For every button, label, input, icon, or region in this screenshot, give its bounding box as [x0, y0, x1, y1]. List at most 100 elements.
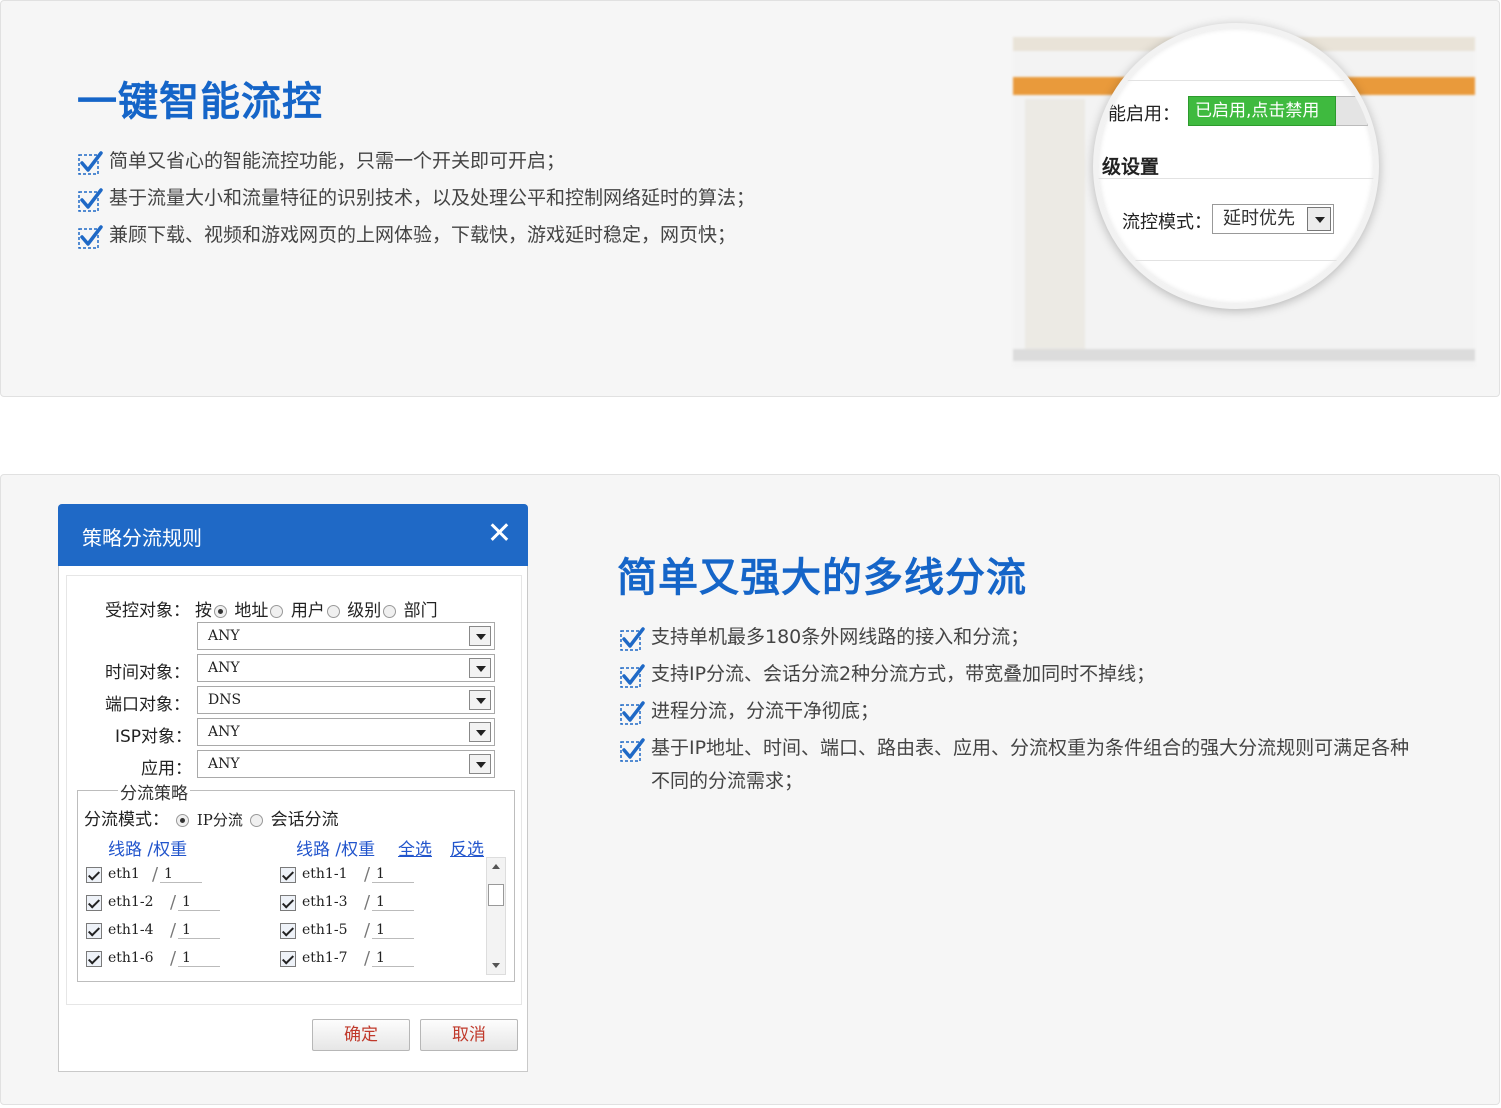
line-name: eth1 [108, 866, 140, 882]
line-weight-input[interactable]: 1 [178, 950, 220, 967]
time-object-select[interactable]: ANY [197, 654, 495, 682]
line-weight-input[interactable]: 1 [372, 922, 414, 939]
feature-text: 兼顾下载、视频和游戏网页的上网体验，下载快，游戏延时稳定，网页快； [109, 224, 737, 246]
chevron-down-icon [469, 658, 491, 678]
scroll-thumb[interactable] [488, 884, 504, 906]
smart-flow-control-panel: 一键智能流控 简单又省心的智能流控功能，只需一个开关即可开启； 基于流量大小和流… [0, 0, 1500, 397]
time-object-label: 时间对象： [105, 663, 190, 683]
radio-level[interactable] [326, 604, 340, 618]
radio-address[interactable] [214, 604, 227, 618]
radio-department[interactable] [383, 604, 397, 618]
line-name: eth1-6 [108, 950, 154, 966]
line-checkbox[interactable] [86, 923, 102, 939]
line-name: eth1-5 [302, 922, 348, 938]
flow-mode-label: 流控模式： [1122, 212, 1212, 233]
cancel-button[interactable]: 取消 [420, 1019, 518, 1051]
magnified-screenshot: 能启用： 已启用,点击禁用 级设置 流控模式： 延时优先 [1013, 23, 1475, 367]
application-select[interactable]: ANY [197, 750, 495, 778]
chevron-down-icon [1307, 207, 1331, 231]
radio-department-label: 部门 [403, 601, 438, 621]
flow-mode-value: 延时优先 [1223, 208, 1295, 229]
close-icon[interactable]: ✕ [487, 518, 512, 550]
policy-split-rule-dialog: 策略分流规则 ✕ 受控对象： 按 地址 用户 级别 部门 ANY 时间对象： A… [58, 504, 528, 1072]
line-name: eth1-7 [302, 950, 348, 966]
radio-user[interactable] [270, 604, 284, 618]
line-checkbox[interactable] [86, 867, 102, 883]
application-label: 应用： [141, 759, 192, 779]
advanced-settings-heading: 级设置 [1102, 156, 1160, 178]
enable-label: 能启用： [1108, 104, 1180, 125]
radio-ip-split[interactable] [176, 813, 190, 827]
chevron-down-icon [469, 690, 491, 710]
line-checkbox[interactable] [86, 951, 102, 967]
feature-text: 简单又省心的智能流控功能，只需一个开关即可开启； [109, 150, 566, 172]
checkmark-icon [620, 664, 645, 688]
radio-session-split[interactable] [250, 813, 264, 827]
line-weight-input[interactable]: 1 [372, 950, 414, 967]
controlled-object-select[interactable]: ANY [197, 622, 495, 650]
select-value: ANY [208, 756, 240, 772]
feature-text: 基于流量大小和流量特征的识别技术，以及处理公平和控制网络延时的算法； [109, 187, 756, 209]
radio-ip-split-label: IP分流 [196, 811, 243, 829]
radio-address-label: 地址 [234, 601, 269, 621]
checkmark-icon [78, 151, 103, 175]
line-name: eth1-1 [302, 866, 348, 882]
checkmark-icon [620, 701, 645, 725]
split-mode-row: 分流模式： IP分流 会话分流 [84, 805, 339, 830]
isp-object-label: ISP对象： [115, 727, 193, 747]
radio-user-label: 用户 [290, 601, 325, 621]
line-name: eth1-3 [302, 894, 348, 910]
feature-item: 支持单机最多180条外网线路的接入和分流； [619, 619, 1419, 656]
split-strategy-group: 分流策略 分流模式： IP分流 会话分流 线路 /权重 线路 /权重 全选 反选… [77, 779, 515, 982]
dialog-title: 策略分流规则 [82, 526, 202, 550]
feature-item: 兼顾下载、视频和游戏网页的上网体验，下载快，游戏延时稳定，网页快； [77, 217, 755, 254]
line-checkbox[interactable] [86, 895, 102, 911]
confirm-button[interactable]: 确定 [312, 1019, 410, 1051]
chevron-down-icon [469, 722, 491, 742]
feature-item: 基于IP地址、时间、端口、路由表、应用、分流权重为条件组合的强大分流规则可满足各… [619, 730, 1419, 798]
line-list-scrollbar[interactable] [486, 857, 506, 975]
line-weight-header-right: 线路 /权重 [296, 840, 376, 860]
feature-item: 基于流量大小和流量特征的识别技术，以及处理公平和控制网络延时的算法； [77, 180, 755, 217]
line-checkbox[interactable] [280, 923, 296, 939]
feature-item: 支持IP分流、会话分流2种分流方式，带宽叠加同时不掉线； [619, 656, 1419, 693]
line-weight-input[interactable]: 1 [372, 866, 414, 883]
controlled-object-radios: 按 地址 用户 级别 部门 [195, 596, 438, 621]
line-name: eth1-4 [108, 922, 154, 938]
checkmark-icon [78, 225, 103, 249]
flow-control-toggle-button[interactable]: 已启用,点击禁用 [1188, 96, 1336, 126]
section-title-multi-line: 简单又强大的多线分流 [617, 555, 1027, 601]
line-weight-input[interactable]: 1 [372, 894, 414, 911]
line-weight-input[interactable]: 1 [160, 866, 202, 883]
line-checkbox[interactable] [280, 867, 296, 883]
section-title-smart-flow: 一键智能流控 [77, 79, 323, 125]
invert-selection-link[interactable]: 反选 [450, 835, 484, 860]
line-weight-input[interactable]: 1 [178, 894, 220, 911]
select-value: ANY [208, 628, 240, 644]
select-value: ANY [208, 724, 240, 740]
select-value: ANY [208, 660, 240, 676]
line-checkbox[interactable] [280, 895, 296, 911]
chevron-down-icon [469, 626, 491, 646]
by-label: 按 [195, 601, 212, 621]
checkmark-icon [620, 738, 645, 762]
magnifier-lens: 能启用： 已启用,点击禁用 级设置 流控模式： 延时优先 [1093, 23, 1379, 309]
line-name: eth1-2 [108, 894, 154, 910]
scroll-up-icon[interactable] [492, 864, 500, 869]
feature-text: 支持单机最多180条外网线路的接入和分流； [651, 626, 1030, 648]
select-all-link[interactable]: 全选 [398, 835, 432, 860]
port-object-select[interactable]: DNS [197, 686, 495, 714]
split-mode-label: 分流模式： [84, 810, 169, 830]
dialog-header: 策略分流规则 ✕ [58, 504, 528, 566]
feature-text: 支持IP分流、会话分流2种分流方式，带宽叠加同时不掉线； [651, 663, 1156, 685]
feature-text: 进程分流，分流干净彻底； [651, 700, 880, 722]
feature-text: 基于IP地址、时间、端口、路由表、应用、分流权重为条件组合的强大分流规则可满足各… [651, 737, 1410, 792]
line-weight-header-left: 线路 /权重 [108, 840, 188, 860]
line-weight-input[interactable]: 1 [178, 922, 220, 939]
port-object-label: 端口对象： [105, 695, 190, 715]
scroll-down-icon[interactable] [492, 963, 500, 968]
flow-mode-select[interactable]: 延时优先 [1212, 204, 1334, 234]
line-checkbox[interactable] [280, 951, 296, 967]
select-value: DNS [208, 692, 242, 708]
isp-object-select[interactable]: ANY [197, 718, 495, 746]
